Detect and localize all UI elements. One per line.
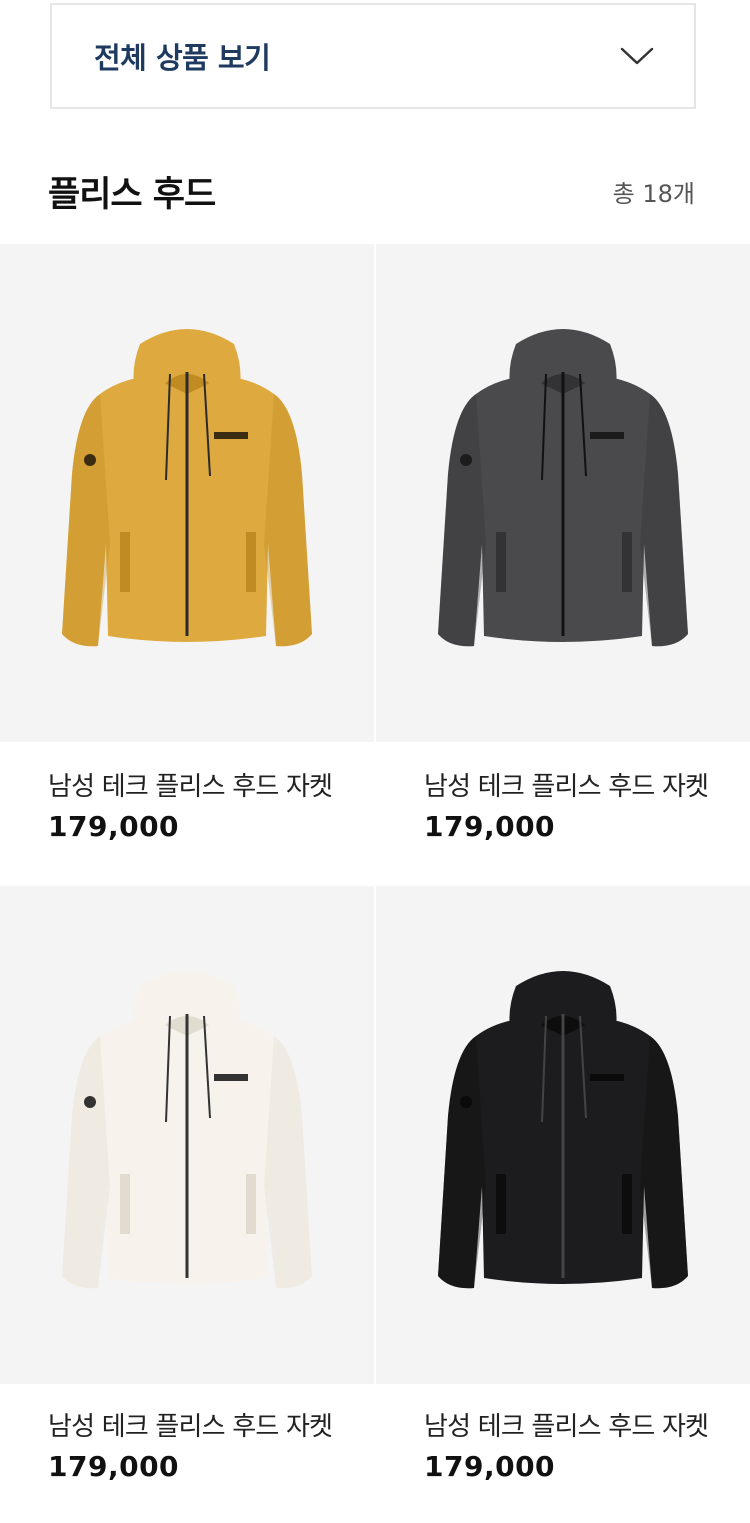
product-card[interactable]: 남성 테크 플리스 후드 자켓 179,000 bbox=[376, 886, 750, 1483]
product-name[interactable]: 남성 테크 플리스 후드 자켓 bbox=[424, 766, 709, 803]
product-image[interactable] bbox=[0, 244, 374, 742]
jacket-image-icon bbox=[438, 329, 688, 647]
product-card[interactable]: 남성 테크 플리스 후드 자켓 179,000 bbox=[0, 886, 374, 1483]
product-price: 179,000 bbox=[424, 1450, 556, 1483]
product-name[interactable]: 남성 테크 플리스 후드 자켓 bbox=[48, 766, 333, 803]
product-price: 179,000 bbox=[48, 1450, 180, 1483]
product-card[interactable]: 남성 테크 플리스 후드 자켓 179,000 bbox=[376, 244, 750, 843]
jacket-image-icon bbox=[62, 329, 312, 647]
product-price: 179,000 bbox=[48, 810, 180, 843]
product-price: 179,000 bbox=[424, 810, 556, 843]
section-title: 플리스 후드 bbox=[48, 175, 216, 215]
dropdown-label: 전체 상품 보기 bbox=[94, 41, 271, 75]
product-image[interactable] bbox=[376, 886, 750, 1384]
product-image[interactable] bbox=[0, 886, 374, 1384]
jacket-image-icon bbox=[438, 971, 688, 1289]
category-dropdown[interactable]: 전체 상품 보기 bbox=[50, 3, 696, 109]
jacket-image-icon bbox=[62, 971, 312, 1289]
chevron-down-icon bbox=[620, 47, 654, 65]
product-count: 총 18개 bbox=[612, 180, 695, 208]
product-name[interactable]: 남성 테크 플리스 후드 자켓 bbox=[48, 1406, 333, 1443]
product-image[interactable] bbox=[376, 244, 750, 742]
product-name[interactable]: 남성 테크 플리스 후드 자켓 bbox=[424, 1406, 709, 1443]
product-card[interactable]: 남성 테크 플리스 후드 자켓 179,000 bbox=[0, 244, 374, 843]
